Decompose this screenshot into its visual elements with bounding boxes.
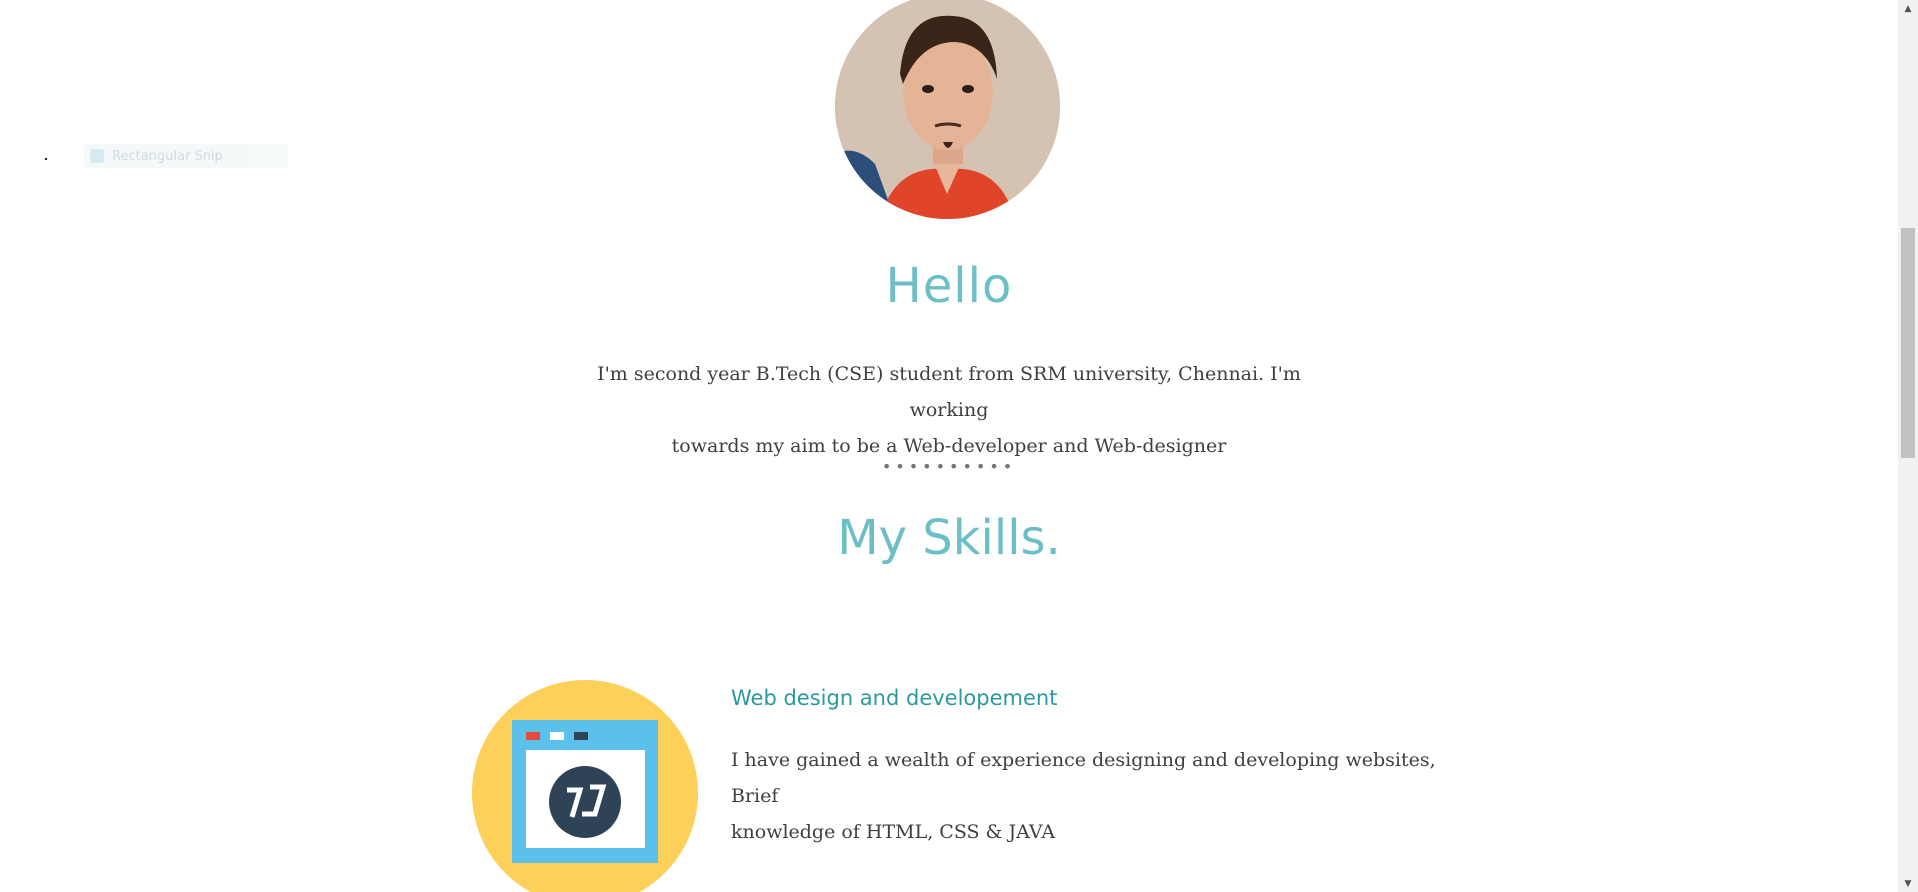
intro-line-2: towards my aim to be a Web-developer and…	[671, 435, 1227, 457]
skill-desc-line-2: knowledge of HTML, CSS & JAVA	[731, 821, 1056, 843]
vertical-scrollbar[interactable]: ▲ ▼	[1898, 0, 1918, 892]
snip-toolbar[interactable]: Rectangular Snip	[84, 144, 288, 168]
scroll-thumb[interactable]	[1901, 228, 1915, 458]
hello-heading: Hello	[885, 258, 1013, 314]
intro-text: I'm second year B.Tech (CSE) student fro…	[560, 356, 1338, 464]
skills-heading: My Skills.	[837, 510, 1061, 566]
dotted-separator: ••••••••••	[881, 457, 1017, 476]
scroll-up-arrow-icon[interactable]: ▲	[1898, 0, 1918, 17]
profile-photo	[835, 0, 1060, 219]
skill-description: I have gained a wealth of experience des…	[731, 742, 1451, 850]
scroll-down-arrow-icon[interactable]: ▼	[1898, 875, 1918, 892]
profile-photo-art	[835, 0, 1060, 219]
skill-title: Web design and developement	[731, 686, 1058, 710]
intro-line-1: I'm second year B.Tech (CSE) student fro…	[597, 363, 1301, 421]
snip-icon	[90, 149, 104, 163]
skill-desc-line-1: I have gained a wealth of experience des…	[731, 749, 1436, 807]
snip-dot	[45, 158, 47, 160]
browser-window-icon	[472, 680, 698, 892]
page: Rectangular Snip Hello I'm second year B…	[0, 0, 1898, 892]
snip-label: Rectangular Snip	[112, 148, 223, 164]
